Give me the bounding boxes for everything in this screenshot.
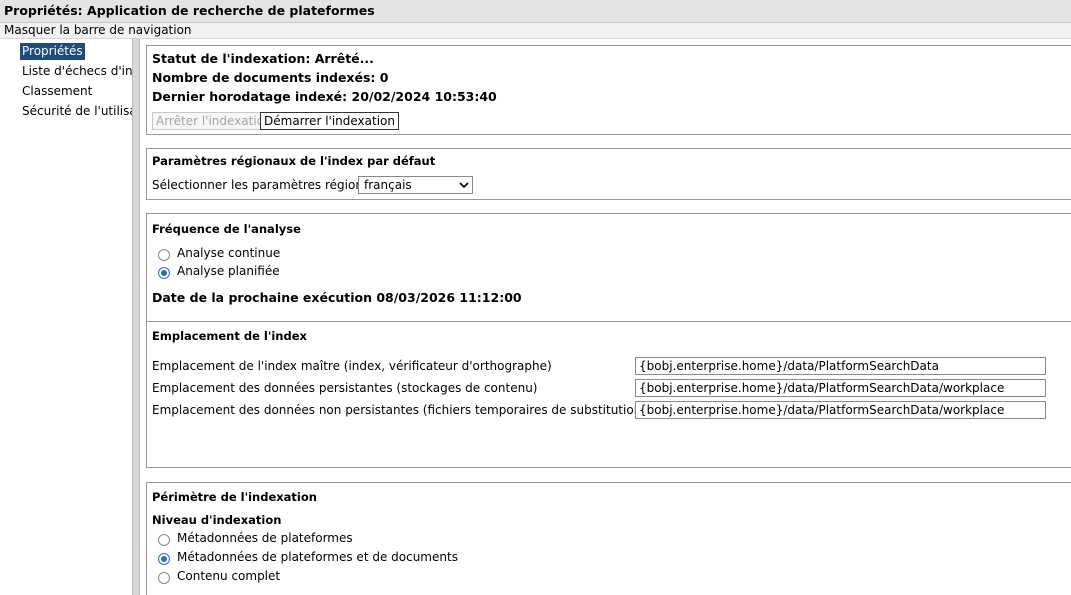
stop-indexing-button[interactable]: Arrêter l'indexation: [152, 112, 276, 130]
scheduled-scan-label: Analyse planifiée: [177, 264, 280, 278]
hide-navigation-link[interactable]: Masquer la barre de navigation: [0, 23, 1071, 39]
locale-select-label: Sélectionner les paramètres régionaux :: [152, 178, 393, 192]
radio-continuous-scan[interactable]: [158, 249, 170, 261]
locale-panel: Paramètres régionaux de l'index par défa…: [146, 148, 1071, 200]
master-index-location-label: Emplacement de l'index maître (index, vé…: [152, 359, 552, 373]
indexing-level-title: Niveau d'indexation: [152, 513, 282, 527]
main-content: Statut de l'indexation: Arrêté... Nombre…: [140, 39, 1071, 595]
radio-full-content[interactable]: [158, 572, 170, 584]
non-persistent-data-location-field[interactable]: {bobj.enterprise.home}/data/PlatformSear…: [635, 401, 1046, 419]
locale-panel-title: Paramètres régionaux de l'index par défa…: [152, 154, 436, 168]
radio-platform-metadata[interactable]: [158, 534, 170, 546]
locale-select[interactable]: français: [358, 176, 473, 194]
next-run-date: Date de la prochaine exécution 08/03/202…: [152, 290, 522, 305]
persistent-data-location-label: Emplacement des données persistantes (st…: [152, 381, 538, 395]
sidebar-item-index-failures[interactable]: Liste d'échecs d'index: [20, 63, 132, 80]
locale-select-value: français: [364, 178, 412, 192]
continuous-scan-label: Analyse continue: [177, 246, 281, 260]
sidebar: Propriétés Liste d'échecs d'index Classe…: [0, 39, 132, 595]
index-location-panel: Emplacement de l'index Emplacement de l'…: [146, 321, 1071, 468]
documents-indexed-count: Nombre de documents indexés: 0: [152, 70, 389, 85]
indexing-status-panel: Statut de l'indexation: Arrêté... Nombre…: [146, 45, 1071, 135]
indexing-scope-panel: Périmètre de l'indexation Niveau d'index…: [146, 482, 1071, 595]
sidebar-item-ranking[interactable]: Classement: [20, 83, 94, 100]
platform-metadata-label: Métadonnées de plateformes: [177, 531, 353, 545]
radio-scheduled-scan[interactable]: [158, 267, 170, 279]
radio-platform-and-document-metadata[interactable]: [158, 553, 170, 565]
indexing-scope-title: Périmètre de l'indexation: [152, 490, 317, 504]
chevron-down-icon: [459, 182, 469, 189]
master-index-location-field[interactable]: {bobj.enterprise.home}/data/PlatformSear…: [635, 357, 1046, 375]
frequency-panel-title: Fréquence de l'analyse: [152, 222, 301, 236]
full-content-label: Contenu complet: [177, 569, 281, 583]
sidebar-item-properties[interactable]: Propriétés: [20, 43, 85, 60]
index-location-title: Emplacement de l'index: [152, 329, 307, 343]
platform-and-document-metadata-label: Métadonnées de plateformes et de documen…: [177, 550, 458, 564]
window-title: Propriétés: Application de recherche de …: [0, 0, 1071, 23]
last-indexed-timestamp: Dernier horodatage indexé: 20/02/2024 10…: [152, 89, 497, 104]
persistent-data-location-field[interactable]: {bobj.enterprise.home}/data/PlatformSear…: [635, 379, 1046, 397]
sidebar-splitter[interactable]: [132, 39, 140, 595]
indexing-status: Statut de l'indexation: Arrêté...: [152, 51, 374, 66]
start-indexing-button[interactable]: Démarrer l'indexation: [260, 112, 399, 130]
sidebar-item-user-security[interactable]: Sécurité de l'utilisateur: [20, 103, 132, 120]
